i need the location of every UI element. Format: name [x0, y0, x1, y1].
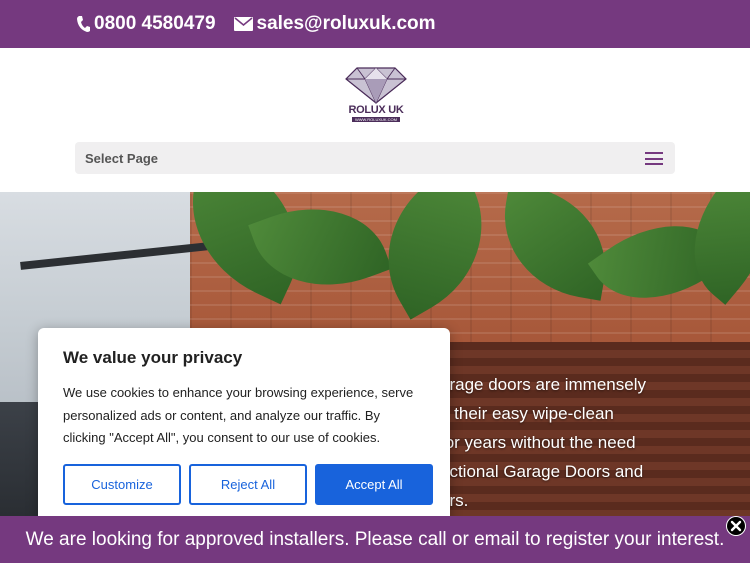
customize-button[interactable]: Customize: [63, 464, 181, 505]
select-page-label: Select Page: [85, 150, 158, 166]
hero-description: arage doors are immensely h their easy w…: [440, 370, 750, 515]
banner-text: We are looking for approved installers. …: [25, 528, 725, 550]
cookie-body: We use cookies to enhance your browsing …: [63, 382, 425, 450]
hamburger-icon[interactable]: [645, 152, 663, 165]
hero-text-line: for years without the need: [440, 433, 636, 452]
hero-text-line: h their easy wipe-clean: [440, 404, 614, 423]
top-contact-bar: 0800 4580479 sales@roluxuk.com: [0, 0, 750, 48]
mobile-menu-select[interactable]: Select Page: [75, 142, 675, 174]
envelope-icon: [233, 17, 253, 31]
cookie-body-line: We use cookies to enhance your browsing …: [63, 385, 414, 400]
logo-url: WWW.ROLUXUK.COM: [352, 117, 400, 122]
reject-all-button[interactable]: Reject All: [189, 464, 307, 505]
close-icon[interactable]: [726, 516, 746, 536]
phone-icon: [76, 15, 90, 33]
hero-text-line: arage doors are immensely: [440, 375, 646, 394]
email-link[interactable]: sales@roluxuk.com: [233, 13, 436, 35]
accept-all-button[interactable]: Accept All: [315, 464, 433, 505]
diamond-icon: [345, 67, 407, 104]
cookie-body-line: clicking "Accept All", you consent to ou…: [63, 430, 381, 445]
cookie-buttons: Customize Reject All Accept All: [63, 464, 433, 505]
logo-name: ROLUX UK: [348, 104, 404, 116]
cookie-title: We value your privacy: [63, 348, 243, 367]
phone-number: 0800 4580479: [94, 13, 216, 34]
phone-link[interactable]: 0800 4580479: [76, 13, 216, 35]
site-logo[interactable]: ROLUX UK WWW.ROLUXUK.COM: [344, 66, 408, 124]
hero-text-line: ors.: [440, 491, 469, 510]
hero-text-line: ectional Garage Doors and: [440, 462, 644, 481]
cookie-consent-dialog: We value your privacy We use cookies to …: [38, 328, 450, 525]
cookie-body-line: personalized ads or content, and analyze…: [63, 407, 381, 423]
site-header: ROLUX UK WWW.ROLUXUK.COM Select Page: [0, 48, 750, 192]
installer-banner: We are looking for approved installers. …: [0, 516, 750, 563]
email-address: sales@roluxuk.com: [256, 13, 436, 34]
